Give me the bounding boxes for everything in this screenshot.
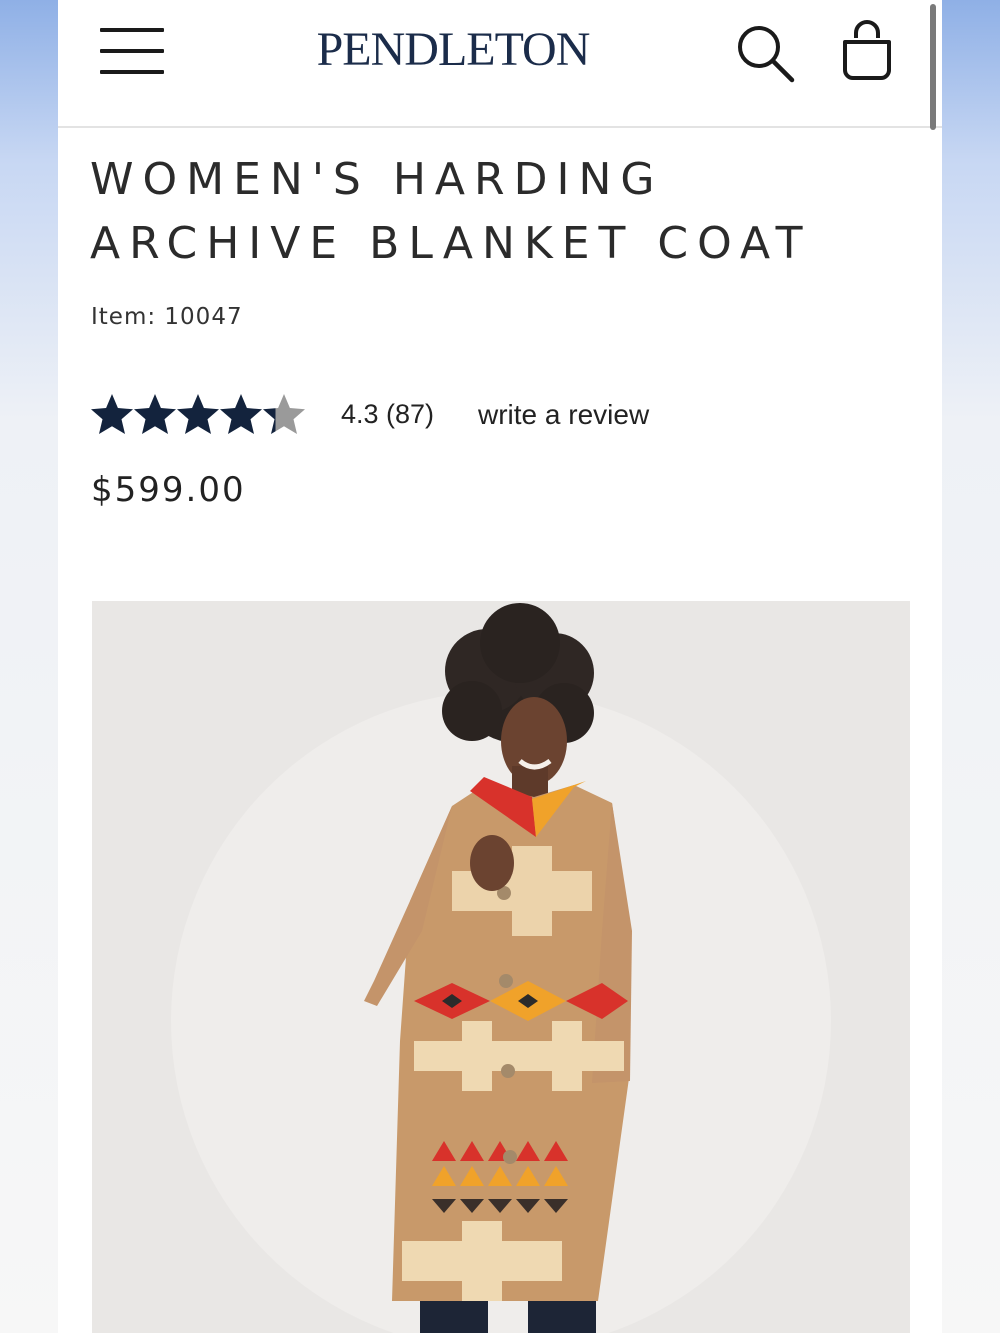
star-rating[interactable] (90, 392, 308, 440)
site-header: PENDLETON (58, 0, 942, 128)
product-image[interactable] (92, 601, 910, 1333)
star-icon-4 (220, 394, 262, 434)
write-review-link[interactable]: write a review (478, 399, 649, 431)
star-icon-3 (177, 394, 219, 434)
product-page: PENDLETON WOMEN'S HARDING ARCHIVE BLANKE… (58, 0, 942, 1333)
shopping-bag-button[interactable] (838, 20, 896, 84)
product-price: $599.00 (91, 470, 246, 510)
hamburger-line (100, 49, 164, 53)
shopping-bag-icon (843, 20, 891, 80)
scrollbar[interactable] (930, 4, 936, 130)
hamburger-menu-icon (100, 28, 164, 32)
hamburger-line (100, 70, 164, 74)
search-button[interactable] (734, 22, 796, 84)
hamburger-menu-button[interactable] (98, 26, 166, 78)
star-icon-1 (91, 394, 133, 434)
star-icon-2 (134, 394, 176, 434)
brand-logo[interactable]: PENDLETON (308, 22, 598, 77)
star-icon-5-partial (263, 394, 305, 434)
item-number: Item: 10047 (91, 304, 243, 330)
product-title: WOMEN'S HARDING ARCHIVE BLANKET COAT (90, 154, 812, 269)
rating-summary[interactable]: 4.3 (87) (341, 399, 434, 430)
model-in-blanket-coat-illustration (92, 601, 910, 1333)
search-icon (738, 26, 795, 83)
